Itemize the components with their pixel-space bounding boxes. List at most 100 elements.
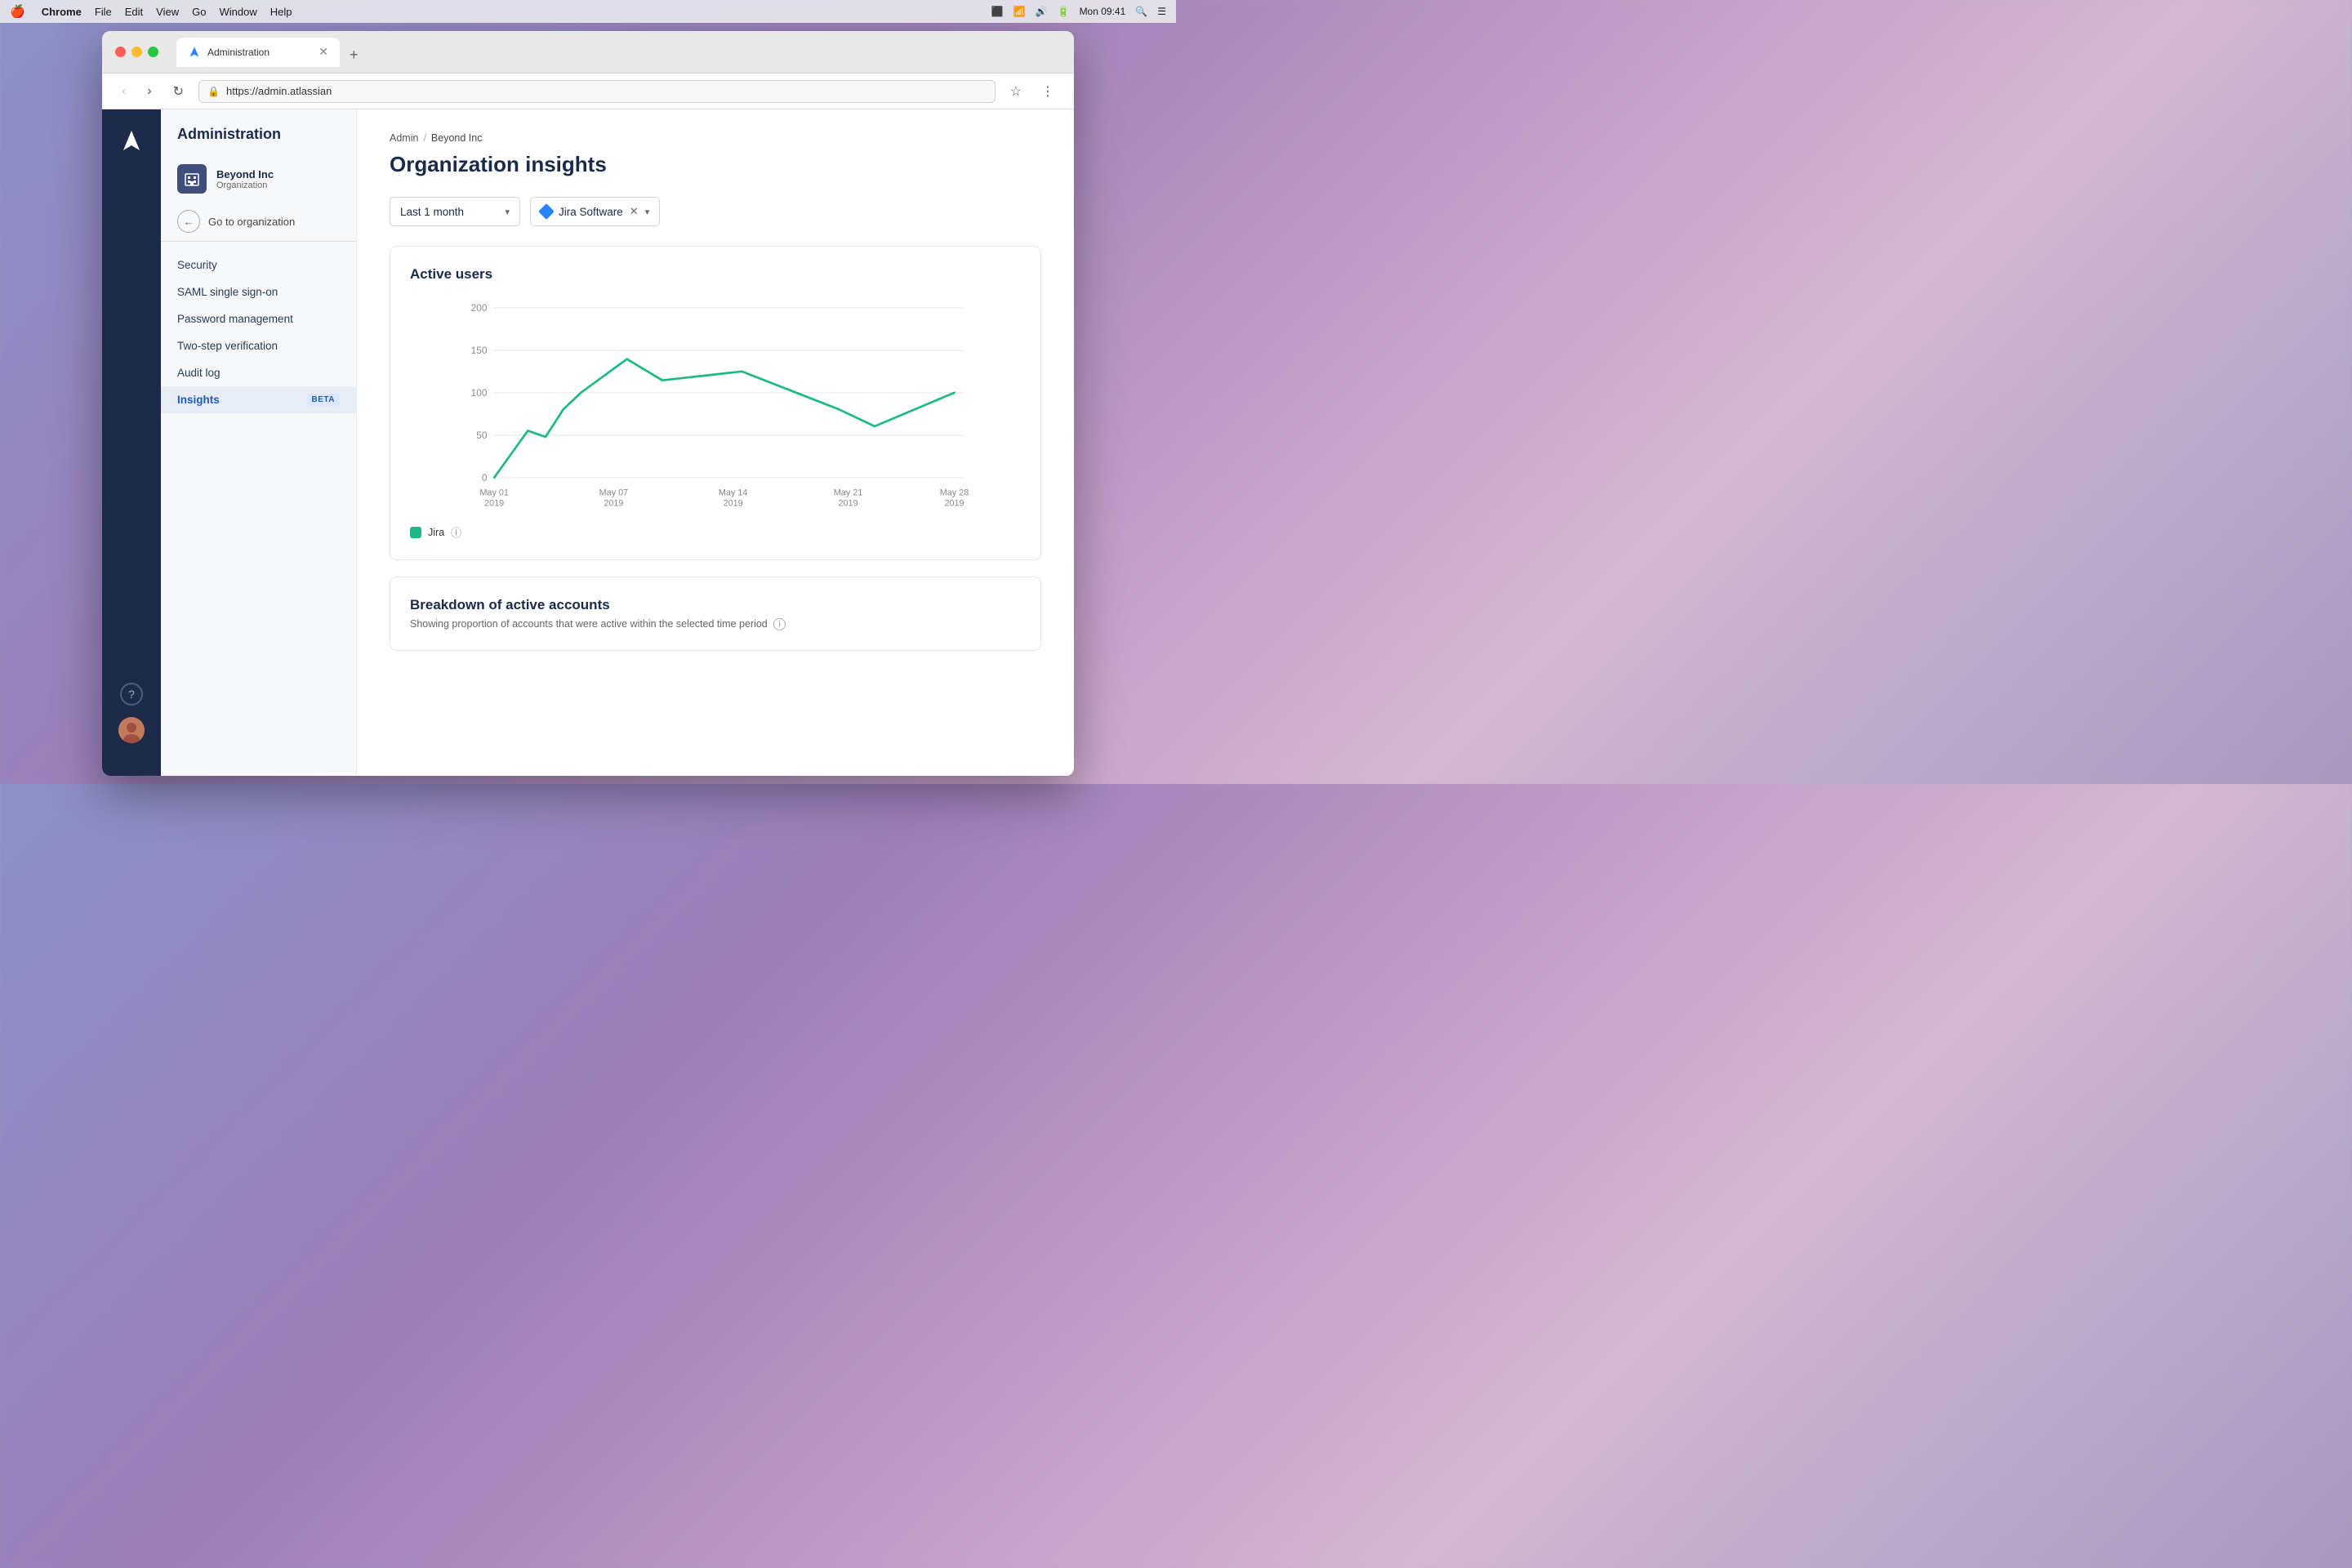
legend-jira-color	[410, 527, 421, 538]
svg-text:2019: 2019	[484, 499, 504, 509]
menubar-go[interactable]: Go	[192, 6, 206, 18]
svg-text:2019: 2019	[604, 499, 623, 509]
svg-text:May 14: May 14	[719, 488, 748, 498]
svg-text:50: 50	[476, 430, 488, 441]
page-title: Organization insights	[390, 152, 1041, 177]
breakdown-card: Breakdown of active accounts Showing pro…	[390, 577, 1041, 651]
address-text: https://admin.atlassian	[226, 85, 332, 97]
menubar-left: 🍎 Chrome File Edit View Go Window Help	[10, 4, 292, 19]
legend-info-icon[interactable]: ⓘ	[451, 524, 461, 540]
avatar-image	[118, 717, 145, 743]
sidebar-item-password[interactable]: Password management	[161, 305, 356, 332]
org-name: Beyond Inc	[216, 168, 274, 180]
menubar-menu-icon[interactable]: ☰	[1157, 6, 1166, 17]
user-avatar[interactable]	[118, 717, 145, 743]
breakdown-info-icon[interactable]: i	[773, 618, 786, 630]
filters-row: Last 1 month ▾ Jira Software ✕ ▾	[390, 197, 1041, 226]
product-filter-dropdown[interactable]: Jira Software ✕ ▾	[530, 197, 660, 226]
org-item[interactable]: Beyond Inc Organization	[161, 156, 356, 202]
dark-sidebar: ?	[102, 109, 161, 776]
go-to-org-label: Go to organization	[208, 216, 295, 228]
menubar-right: ⬛ 📶 🔊 🔋 Mon 09:41 🔍 ☰	[991, 6, 1166, 17]
svg-text:200: 200	[471, 302, 488, 314]
minimize-button[interactable]	[131, 47, 142, 57]
sidebar-item-twostep[interactable]: Two-step verification	[161, 332, 356, 359]
tab-close-button[interactable]: ✕	[318, 45, 328, 59]
org-building-icon	[184, 171, 200, 187]
jira-diamond-icon	[538, 203, 555, 220]
apple-icon[interactable]: 🍎	[10, 4, 25, 19]
svg-text:2019: 2019	[724, 499, 743, 509]
menubar-edit[interactable]: Edit	[125, 6, 143, 18]
sidebar-title: Administration	[161, 126, 356, 156]
menubar: 🍎 Chrome File Edit View Go Window Help ⬛…	[0, 0, 1176, 23]
forward-button[interactable]: ›	[140, 81, 158, 102]
menubar-wifi-icon: 📶	[1013, 6, 1026, 17]
menubar-view[interactable]: View	[156, 6, 179, 18]
sidebar-item-insights[interactable]: Insights BETA	[161, 386, 356, 413]
legend-jira-label: Jira	[428, 527, 444, 538]
sidebar-item-saml-label: SAML single sign-on	[177, 286, 278, 298]
tab-bar: Administration ✕ +	[176, 38, 1061, 67]
sidebar-item-password-label: Password management	[177, 313, 293, 325]
sidebar-item-saml[interactable]: SAML single sign-on	[161, 278, 356, 305]
reload-button[interactable]: ↻	[167, 80, 190, 103]
menubar-help[interactable]: Help	[270, 6, 292, 18]
nav-bar: ‹ › ↻ 🔒 https://admin.atlassian ☆ ⋮	[102, 74, 1074, 109]
sidebar-item-insights-label: Insights	[177, 394, 220, 406]
atlassian-logo[interactable]	[117, 126, 146, 155]
sidebar-item-security[interactable]: Security	[161, 252, 356, 278]
time-period-dropdown[interactable]: Last 1 month ▾	[390, 197, 520, 226]
menubar-search-icon[interactable]: 🔍	[1135, 6, 1147, 17]
chart-legend: Jira ⓘ	[410, 524, 1021, 540]
menubar-screen-icon: ⬛	[991, 6, 1004, 17]
active-users-chart-card: Active users 200 150 100 50	[390, 246, 1041, 560]
more-options-button[interactable]: ⋮	[1035, 80, 1061, 103]
org-icon	[177, 164, 207, 194]
menubar-app-name[interactable]: Chrome	[42, 6, 82, 18]
left-sidebar: Administration Beyond Inc Organization	[161, 109, 357, 776]
product-filter-remove-button[interactable]: ✕	[630, 205, 639, 218]
menubar-window[interactable]: Window	[219, 6, 256, 18]
time-period-chevron-icon: ▾	[505, 207, 510, 217]
nav-actions: ☆ ⋮	[1004, 80, 1061, 103]
app-layout: ? Administration	[102, 109, 1074, 776]
product-filter-chevron-icon: ▾	[645, 207, 650, 217]
sidebar-item-security-label: Security	[177, 259, 217, 271]
new-tab-button[interactable]: +	[343, 43, 365, 67]
breakdown-description: Showing proportion of accounts that were…	[410, 618, 1021, 630]
close-button[interactable]	[115, 47, 126, 57]
svg-text:2019: 2019	[838, 499, 858, 509]
main-content: Admin / Beyond Inc Organization insights…	[357, 109, 1074, 776]
time-period-label: Last 1 month	[400, 206, 464, 218]
product-filter-label: Jira Software	[559, 206, 623, 218]
maximize-button[interactable]	[148, 47, 158, 57]
beta-badge: BETA	[307, 394, 340, 406]
lock-icon: 🔒	[207, 86, 220, 97]
svg-text:May 21: May 21	[834, 488, 863, 498]
breadcrumb-admin-link[interactable]: Admin	[390, 132, 418, 144]
help-button[interactable]: ?	[120, 683, 143, 706]
browser-tab-active[interactable]: Administration ✕	[176, 38, 340, 67]
menubar-time: Mon 09:41	[1080, 6, 1126, 17]
address-bar[interactable]: 🔒 https://admin.atlassian	[198, 80, 996, 103]
atlassian-tab-icon	[188, 46, 201, 59]
menubar-file[interactable]: File	[95, 6, 112, 18]
traffic-lights	[115, 47, 158, 57]
atlassian-logo-icon	[118, 127, 145, 154]
tab-title: Administration	[207, 47, 312, 58]
sidebar-item-audit-label: Audit log	[177, 367, 220, 379]
go-to-org-button[interactable]: ← Go to organization	[161, 202, 356, 242]
chart-area: 200 150 100 50 0 May 01 2019 May 07 2019	[410, 299, 1021, 511]
title-bar: Administration ✕ +	[102, 31, 1074, 74]
bookmark-button[interactable]: ☆	[1004, 80, 1028, 103]
org-type: Organization	[216, 180, 274, 190]
browser-window: Administration ✕ + ‹ › ↻ 🔒 https://admin…	[102, 31, 1074, 776]
svg-text:2019: 2019	[944, 499, 964, 509]
back-button[interactable]: ‹	[115, 81, 132, 102]
breadcrumb-current: Beyond Inc	[431, 132, 483, 144]
org-info: Beyond Inc Organization	[216, 168, 274, 190]
dark-sidebar-bottom: ?	[118, 683, 145, 760]
sidebar-item-audit[interactable]: Audit log	[161, 359, 356, 386]
svg-text:May 01: May 01	[479, 488, 509, 498]
